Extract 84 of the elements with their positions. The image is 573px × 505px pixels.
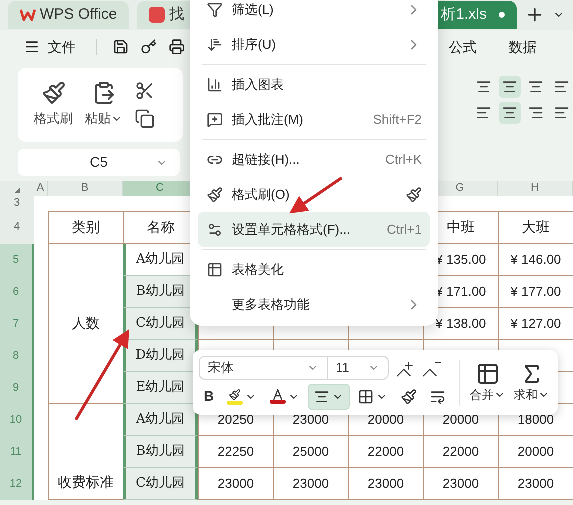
sort-icon (207, 36, 223, 52)
align-center-icon (314, 388, 330, 404)
decrease-font-icon[interactable] (423, 360, 441, 376)
brush-icon (42, 81, 66, 106)
comment-icon (207, 112, 223, 128)
column-header[interactable]: A (34, 181, 48, 196)
name-box[interactable]: C5 (18, 149, 180, 176)
document-icon (149, 7, 166, 23)
menu-item[interactable]: 设置单元格格式(F)... Ctrl+1 (198, 212, 430, 247)
table-cell: D幼儿园 (123, 340, 198, 372)
table-cell: C幼儿园 (123, 308, 198, 340)
grid-icon (358, 388, 374, 404)
table-cell: 23000 (423, 468, 498, 500)
table-cell: 25000 (273, 436, 348, 468)
key-icon[interactable] (141, 39, 157, 55)
menu-item[interactable]: 插入批注(M) Shift+F2 (198, 102, 430, 137)
column-header[interactable]: B (48, 181, 123, 196)
row-header[interactable]: 3 (0, 196, 34, 211)
copy-icon[interactable] (135, 109, 155, 129)
font-dropdown[interactable]: 宋体 (200, 356, 328, 378)
settings-icon (207, 222, 223, 238)
align-icon (554, 105, 570, 121)
align-icon (476, 79, 492, 95)
align-icon (528, 105, 544, 121)
align-icon (528, 79, 544, 95)
brush-icon (401, 388, 418, 404)
table-cell: 23000 (273, 468, 348, 500)
menu-icon (24, 39, 40, 55)
chart-icon (207, 76, 223, 92)
menu-item[interactable]: 超链接(H)... Ctrl+K (198, 142, 430, 177)
table-header-cell: 大班 (498, 211, 573, 244)
paint-bucket-icon (229, 388, 242, 400)
table-cell: A幼儿园 (123, 404, 198, 436)
table-cell: 22250 (198, 436, 273, 468)
table-cell: 23000 (198, 468, 273, 500)
table-cell: ¥ 146.00 (498, 244, 573, 276)
table-icon (207, 262, 223, 278)
merge-cells-icon (476, 362, 500, 386)
wrap-text-icon (430, 388, 446, 404)
table-header-cell: 类别 (48, 211, 123, 244)
brush-icon[interactable] (406, 186, 422, 202)
format-painter-button[interactable]: 格式刷 (34, 81, 73, 129)
menu-item[interactable]: 筛选(L) (198, 0, 430, 27)
table-cell: 22000 (348, 436, 423, 468)
table-cell: B幼儿园 (123, 436, 198, 468)
save-icon[interactable] (113, 39, 129, 55)
shortcut-text: Ctrl+K (386, 150, 422, 169)
sum-button[interactable]: 求和 (512, 362, 552, 404)
row-header[interactable]: 4 (0, 211, 34, 244)
alignment-button[interactable] (499, 76, 521, 98)
logo-icon (20, 8, 36, 22)
align-button[interactable] (308, 384, 350, 410)
document-tab[interactable]: WPS Office (8, 1, 130, 29)
table-cell: C幼儿园 (123, 468, 198, 500)
menu-item[interactable]: 排序(U) (198, 27, 430, 62)
clipboard-icon (92, 81, 116, 106)
table-cell: 22000 (423, 436, 498, 468)
align-icon (554, 79, 570, 95)
paste-button[interactable]: 粘贴 (85, 81, 123, 129)
table-cell: 23000 (498, 468, 573, 500)
table-cell: 20000 (498, 436, 573, 468)
shortcut-text: Shift+F2 (373, 110, 422, 129)
alignment-button[interactable] (499, 102, 521, 124)
align-icon (502, 105, 518, 121)
column-header[interactable]: H (498, 181, 573, 196)
scissors-icon[interactable] (135, 81, 155, 101)
shortcut-text: Ctrl+1 (386, 220, 422, 239)
increase-font-icon[interactable] (397, 360, 415, 376)
table-cell: 23000 (348, 468, 423, 500)
align-icon (476, 105, 492, 121)
table-cell: ¥ 127.00 (498, 308, 573, 340)
filter-icon (207, 2, 223, 18)
merge-button[interactable]: 合并 (468, 362, 508, 404)
align-icon (502, 79, 518, 95)
annotation-arrow (290, 176, 343, 214)
table-cell: ¥ 177.00 (498, 276, 573, 308)
ribbon-tab[interactable]: 公式 (449, 36, 477, 58)
print-icon[interactable] (169, 39, 185, 55)
ribbon-tab[interactable]: 数据 (509, 36, 537, 58)
menu-item[interactable]: 插入图表 (198, 67, 430, 102)
letter-a-icon (273, 389, 284, 400)
brush-icon (207, 186, 223, 202)
file-menu[interactable]: 文件 (24, 36, 76, 58)
font-size-dropdown[interactable]: 11 (328, 356, 388, 378)
